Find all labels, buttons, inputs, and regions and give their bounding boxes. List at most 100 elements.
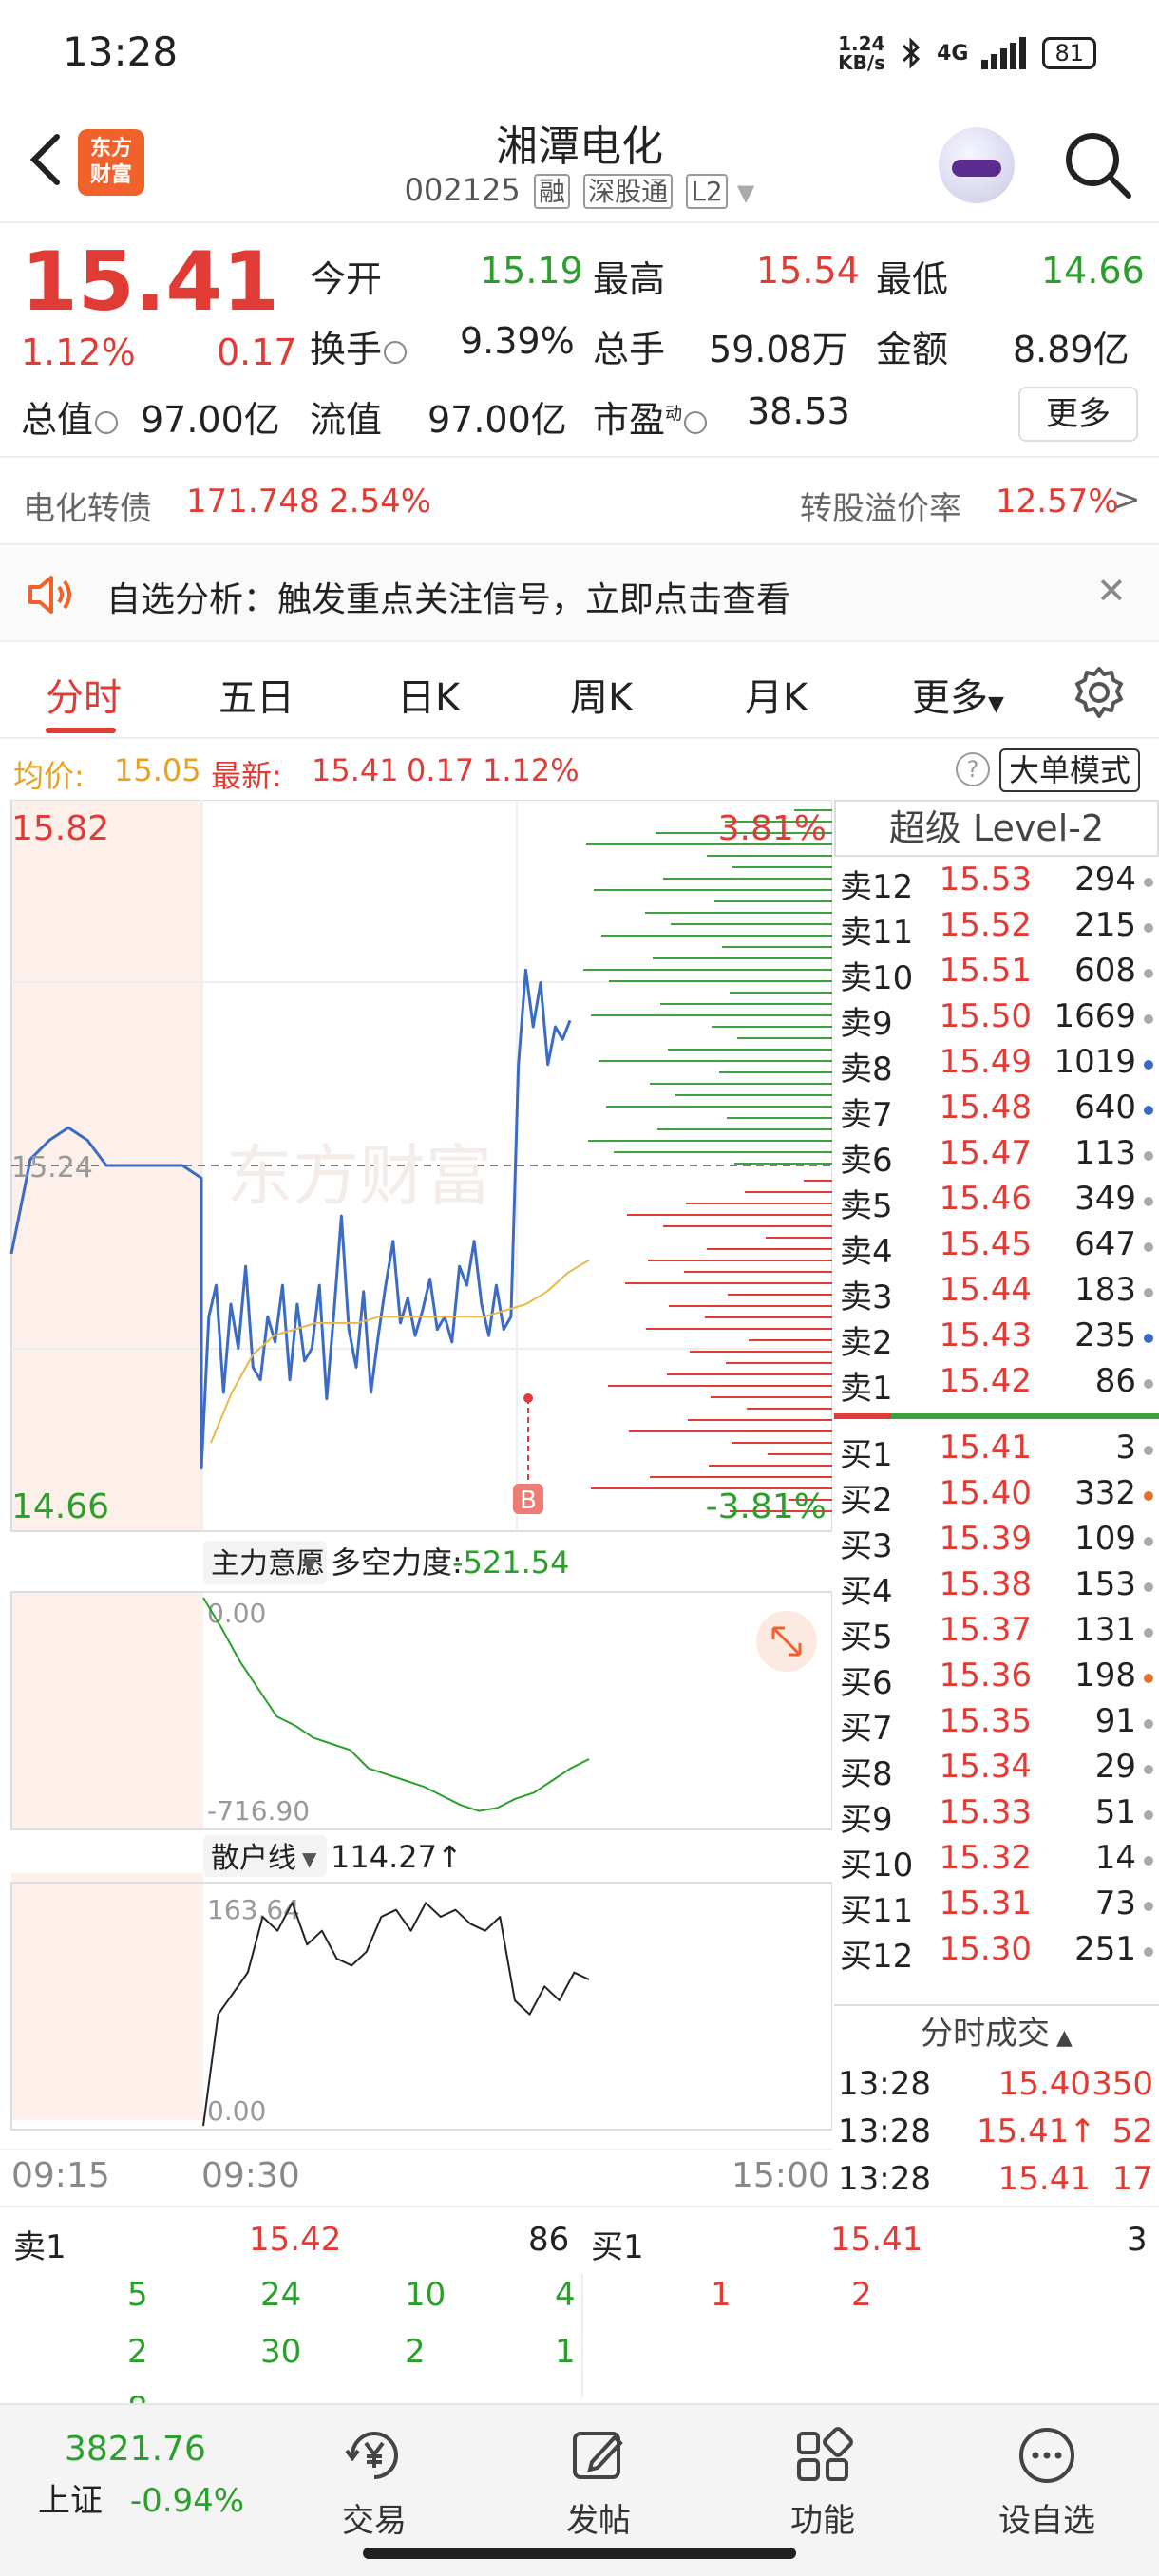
depth-bar-sell <box>598 1060 832 1062</box>
bid-label: 买9 <box>840 1801 893 1839</box>
order-dot-icon <box>1144 1379 1153 1389</box>
bid-row[interactable]: 买10 15.32 14 <box>834 1839 1159 1885</box>
sell-queue-item: 2 <box>127 2333 148 2371</box>
bid-row[interactable]: 买7 15.35 91 <box>834 1702 1159 1748</box>
info-icon[interactable] <box>95 410 119 434</box>
ask-row[interactable]: 卖6 15.47 113 <box>834 1134 1159 1180</box>
tab-monthly-k[interactable]: 月K <box>745 667 808 722</box>
pct-min-label: -3.81% <box>706 1487 826 1526</box>
ask-label: 卖5 <box>840 1187 893 1225</box>
nav-add-watchlist[interactable]: 设自选 <box>980 2424 1113 2541</box>
bid-row[interactable]: 买3 15.39 109 <box>834 1520 1159 1565</box>
help-icon[interactable]: ? <box>956 752 990 786</box>
float-value: 97.00亿 <box>428 399 567 441</box>
pre-market-shade-2 <box>11 1592 203 1829</box>
notice-banner[interactable]: 自选分析：触发重点关注信号，立即点击查看 ✕ <box>0 547 1159 642</box>
bid-label: 买2 <box>840 1482 893 1520</box>
ask-label: 卖8 <box>840 1051 893 1089</box>
depth-bar-buy <box>726 1362 832 1364</box>
convertible-bond-row[interactable]: 电化转债 171.748 2.54% 转股溢价率 12.57% > <box>0 460 1159 545</box>
depth-bar-buy <box>749 1339 832 1341</box>
pe-label[interactable]: 市盈动 <box>593 390 708 443</box>
bid-row[interactable]: 买1 15.41 3 <box>834 1429 1159 1474</box>
dropdown-triangle-icon: ▼ <box>988 692 1004 716</box>
dropdown-triangle-icon[interactable]: ▼ <box>737 180 754 206</box>
bid-label: 买5 <box>840 1619 893 1657</box>
ask-price: 15.53 <box>939 861 1032 899</box>
ask-row[interactable]: 卖10 15.51 608 <box>834 952 1159 997</box>
order-dot-icon <box>1144 969 1153 978</box>
nav-post[interactable]: 发帖 <box>532 2424 665 2541</box>
order-dot-icon <box>1144 1106 1153 1115</box>
close-icon[interactable]: ✕ <box>1096 570 1127 612</box>
tick-trades-panel[interactable]: 分时成交 ▲ 13:28 15.40 350 13:28 15.41↑ 52 13:28 15… <box>834 2004 1159 2204</box>
queue-sell-price: 15.42 <box>249 2221 342 2259</box>
ask-row[interactable]: 卖12 15.53 294 <box>834 861 1159 906</box>
intraday-chart-svg[interactable]: 东方财富 B 15.82 14.66 15.24 3.81% -3.81% 主力… <box>0 799 833 2149</box>
bid-row[interactable]: 买6 15.36 198 <box>834 1657 1159 1702</box>
index-widget[interactable]: 3821.76 上证 -0.94% <box>38 2430 244 2521</box>
bid-row[interactable]: 买9 15.33 51 <box>834 1793 1159 1839</box>
turnover-label[interactable]: 换手 <box>310 320 408 372</box>
queue-buy-label: 买1 <box>591 2228 644 2266</box>
ask-row[interactable]: 卖1 15.42 86 <box>834 1362 1159 1408</box>
open-value: 15.19 <box>480 250 583 292</box>
tab-daily-k[interactable]: 日K <box>397 667 460 722</box>
pct-max-label: 3.81% <box>718 809 826 848</box>
tab-weekly-k[interactable]: 周K <box>570 667 633 722</box>
ask-row[interactable]: 卖2 15.43 235 <box>834 1316 1159 1362</box>
trade-price: 15.41↑ <box>977 2112 1096 2150</box>
bid-row[interactable]: 买8 15.34 29 <box>834 1748 1159 1793</box>
chart-area[interactable]: 东方财富 B 15.82 14.66 15.24 3.81% -3.81% 主力… <box>0 799 833 2149</box>
trade-price: 15.41 <box>998 2160 1091 2198</box>
bid-label: 买11 <box>840 1892 914 1930</box>
bid-row[interactable]: 买4 15.38 153 <box>834 1565 1159 1611</box>
info-icon[interactable] <box>384 340 408 364</box>
depth-bar-sell <box>650 1083 832 1085</box>
bid-row[interactable]: 买11 15.31 73 <box>834 1885 1159 1930</box>
settings-gear-icon[interactable] <box>1072 665 1127 720</box>
tab-more-label: 更多 <box>912 676 988 720</box>
info-icon[interactable] <box>684 410 708 434</box>
bid-volume: 73 <box>1094 1885 1136 1923</box>
tab-intraday[interactable]: 分时 <box>46 667 122 722</box>
high-value: 15.54 <box>756 250 860 292</box>
mktcap-label[interactable]: 总值 <box>21 390 119 443</box>
nav-functions[interactable]: 功能 <box>756 2424 889 2541</box>
ask-row[interactable]: 卖7 15.48 640 <box>834 1089 1159 1134</box>
ask-price: 15.51 <box>939 952 1032 990</box>
ask-row[interactable]: 卖9 15.50 1669 <box>834 997 1159 1043</box>
nav-trade[interactable]: 交易 <box>308 2424 441 2541</box>
level2-title[interactable]: 超级 Level-2 <box>834 800 1159 857</box>
ask-row[interactable]: 卖5 15.46 349 <box>834 1180 1159 1225</box>
trades-title[interactable]: 分时成交 ▲ <box>834 2006 1159 2061</box>
ask-row[interactable]: 卖8 15.49 1019 <box>834 1043 1159 1089</box>
ask-volume: 183 <box>1074 1271 1136 1309</box>
big-order-mode-button[interactable]: 大单模式 <box>999 748 1141 792</box>
ask-label: 卖6 <box>840 1142 893 1180</box>
depth-bar-sell <box>660 1003 832 1005</box>
tab-more[interactable]: 更多▼ <box>912 667 1004 722</box>
ask-row[interactable]: 卖11 15.52 215 <box>834 906 1159 952</box>
y-min-label: 14.66 <box>11 1487 109 1526</box>
index-pct: -0.94% <box>129 2482 245 2520</box>
order-dot-icon <box>1144 1902 1153 1911</box>
ask-volume: 1019 <box>1054 1043 1136 1081</box>
depth-bar-sell <box>614 1151 832 1153</box>
bid-row[interactable]: 买2 15.40 332 <box>834 1474 1159 1520</box>
ask-row[interactable]: 卖3 15.44 183 <box>834 1271 1159 1316</box>
level2-panel[interactable]: 超级 Level-2 卖12 15.53 294 卖11 15.52 215 卖10 15.5… <box>834 800 1159 2016</box>
depth-bar-buy <box>711 1396 832 1398</box>
ask-row[interactable]: 卖4 15.45 647 <box>834 1225 1159 1271</box>
order-queue-panel[interactable]: 卖1 15.42 86 买1 15.41 3 524104230218 12 <box>0 2206 1159 2428</box>
order-dot-icon <box>1144 1288 1153 1297</box>
bid-row[interactable]: 买12 15.30 251 <box>834 1930 1159 1976</box>
avg-label: 均价: <box>13 758 85 794</box>
bid-row[interactable]: 买5 15.37 131 <box>834 1611 1159 1657</box>
tab-five-day[interactable]: 五日 <box>218 667 294 722</box>
depth-bar-buy <box>663 1225 832 1227</box>
robot-assistant-avatar[interactable] <box>939 127 1015 203</box>
search-icon[interactable] <box>1062 129 1134 201</box>
order-dot-icon <box>1144 1810 1153 1820</box>
more-button[interactable]: 更多 <box>1018 387 1138 442</box>
